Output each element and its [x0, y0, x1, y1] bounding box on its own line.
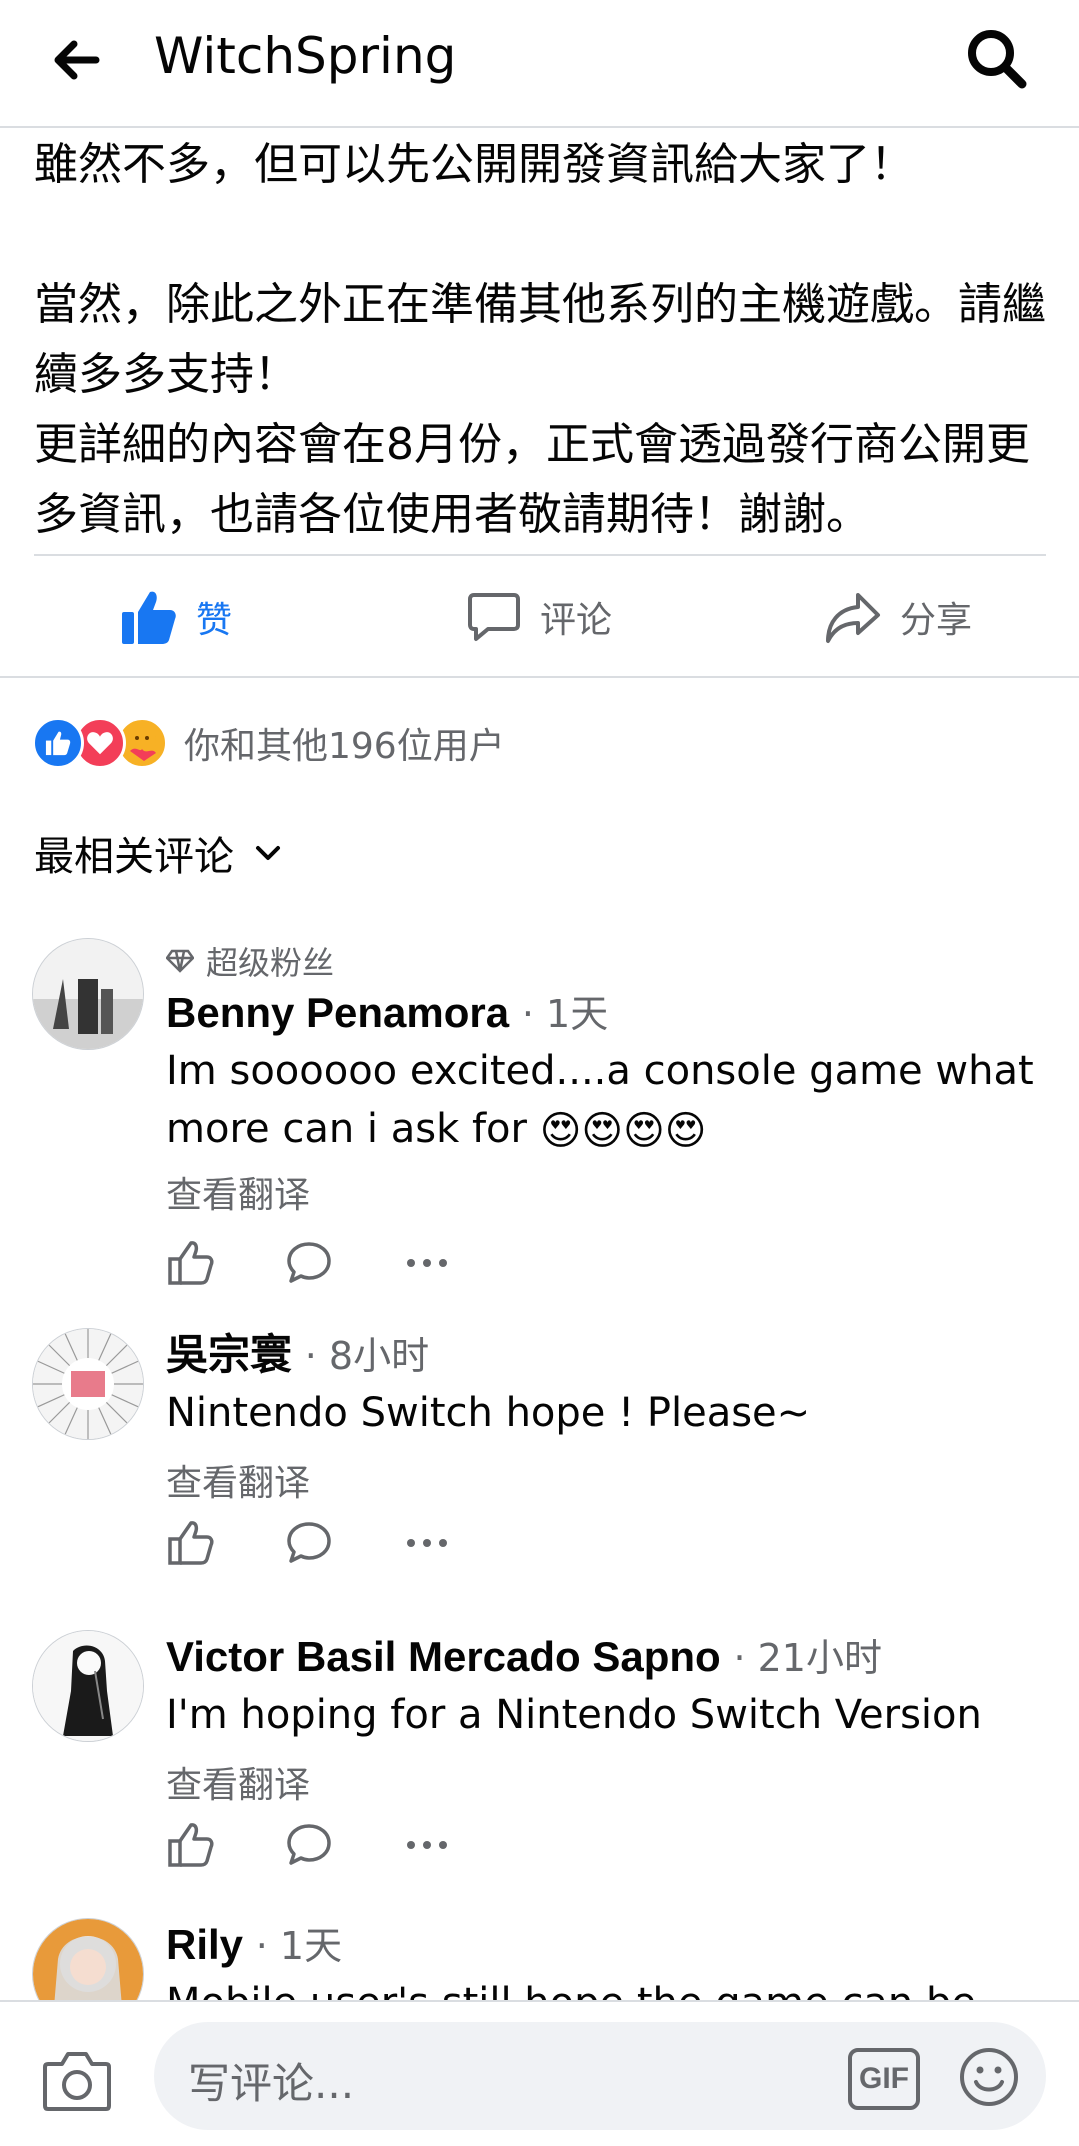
reactions-summary[interactable]: 你和其他196位用户	[32, 716, 505, 770]
comment-more-button[interactable]	[402, 1518, 452, 1568]
comment-like-button[interactable]	[166, 1518, 216, 1568]
comment-time[interactable]: 21小时	[758, 1636, 882, 1680]
comment-actions	[166, 1238, 520, 1288]
comment-header: Benny Penamora · 1天	[166, 986, 608, 1041]
reactions-count: 你和其他196位用户	[184, 726, 505, 767]
reply-bubble-icon	[287, 1824, 331, 1865]
avatar[interactable]	[32, 1918, 144, 2000]
share-arrow-icon	[826, 593, 880, 643]
thumbs-up-filled-icon	[122, 591, 176, 644]
comment-like-button[interactable]	[166, 1820, 216, 1870]
comment-time[interactable]: 1天	[280, 1924, 342, 1968]
comment-body: Mobile user's still hope the game can be	[166, 1974, 1046, 2000]
comment-actions	[166, 1820, 520, 1870]
search-icon[interactable]	[964, 26, 1030, 92]
separator-dot: ·	[521, 992, 547, 1036]
page-title: WitchSpring	[154, 27, 457, 85]
like-button[interactable]: 赞	[120, 582, 232, 652]
avatar[interactable]	[32, 938, 144, 1050]
see-translation-link[interactable]: 查看翻译	[166, 1454, 310, 1506]
comment-item: 吳宗寰 · 8小时 Nintendo Switch hope ! Please~…	[0, 1328, 1079, 1598]
camera-icon[interactable]	[42, 2048, 112, 2112]
gif-button[interactable]: GIF	[848, 2048, 920, 2110]
like-reaction-icon	[32, 717, 84, 769]
comment-body: I'm hoping for a Nintendo Switch Version	[166, 1692, 982, 1738]
divider	[34, 554, 1046, 556]
comment-input[interactable]: 写评论... GIF	[154, 2022, 1046, 2130]
heart-eyes-emoji: 😍😍😍😍	[539, 1108, 707, 1154]
commenter-name[interactable]: 吳宗寰	[166, 1331, 292, 1378]
separator-dot: ·	[733, 1636, 758, 1680]
comment-item: Rily · 1天 Mobile user's still hope the g…	[0, 1918, 1079, 2000]
comment-header: Rily · 1天	[166, 1918, 342, 1973]
avatar[interactable]	[32, 1630, 144, 1742]
see-translation-link[interactable]: 查看翻译	[166, 1166, 310, 1218]
comment-header: Victor Basil Mercado Sapno · 21小时	[166, 1630, 882, 1685]
comment-item: 超级粉丝 Benny Penamora · 1天 Im soooooo exci…	[0, 938, 1079, 1318]
comment-reply-button[interactable]	[284, 1238, 334, 1288]
share-label: 分享	[900, 600, 973, 641]
comment-time[interactable]: 1天	[546, 992, 608, 1036]
more-dots-icon	[407, 1259, 447, 1267]
comment-time[interactable]: 8小时	[329, 1334, 429, 1378]
share-button[interactable]: 分享	[824, 582, 972, 652]
comment-reply-button[interactable]	[284, 1518, 334, 1568]
reply-bubble-icon	[287, 1522, 331, 1563]
commenter-name[interactable]: Rily	[166, 1921, 243, 1968]
separator-dot: ·	[304, 1334, 329, 1378]
like-label: 赞	[196, 600, 233, 641]
thumbs-up-icon	[168, 1241, 214, 1285]
sort-label: 最相关评论	[34, 834, 234, 880]
thumbs-up-icon	[168, 1521, 214, 1565]
comment-reply-button[interactable]	[284, 1820, 334, 1870]
thumbs-up-icon	[168, 1823, 214, 1867]
comment-text: Im soooooo excited....a console game wha…	[166, 1042, 1046, 1160]
comment-header: 吳宗寰 · 8小时	[166, 1328, 429, 1383]
chevron-down-icon	[256, 846, 280, 860]
diamond-icon	[166, 949, 194, 973]
comment-item: Victor Basil Mercado Sapno · 21小时 I'm ho…	[0, 1630, 1079, 1900]
comment-bubble-icon	[468, 593, 520, 641]
comment-like-button[interactable]	[166, 1238, 216, 1288]
top-bar: WitchSpring	[0, 0, 1079, 128]
avatar[interactable]	[32, 1328, 144, 1440]
post-text: 雖然不多，但可以先公開開發資訊給大家了！ 當然，除此之外正在準備其他系列的主機遊…	[34, 139, 1046, 540]
reply-bubble-icon	[287, 1242, 331, 1283]
comment-button[interactable]: 评论	[466, 582, 612, 652]
comment-composer: 写评论... GIF	[0, 2000, 1079, 2146]
comment-actions	[166, 1518, 520, 1568]
arrow-left-icon[interactable]	[46, 30, 106, 90]
top-fan-badge: 超级粉丝	[166, 938, 334, 984]
commenter-name[interactable]: Benny Penamora	[166, 989, 509, 1036]
divider	[0, 676, 1079, 678]
badge-label: 超级粉丝	[206, 944, 335, 982]
more-dots-icon	[407, 1539, 447, 1547]
commenter-name[interactable]: Victor Basil Mercado Sapno	[166, 1633, 721, 1680]
comment-more-button[interactable]	[402, 1238, 452, 1288]
comment-more-button[interactable]	[402, 1820, 452, 1870]
comment-body: Nintendo Switch hope ! Please~	[166, 1390, 811, 1436]
more-dots-icon	[407, 1841, 447, 1849]
comment-label: 评论	[540, 600, 613, 641]
comment-placeholder: 写评论...	[188, 2059, 355, 2108]
see-translation-link[interactable]: 查看翻译	[166, 1756, 310, 1808]
separator-dot: ·	[255, 1924, 280, 1968]
comment-sort-dropdown[interactable]: 最相关评论	[34, 824, 284, 882]
smiley-icon[interactable]	[958, 2046, 1020, 2108]
